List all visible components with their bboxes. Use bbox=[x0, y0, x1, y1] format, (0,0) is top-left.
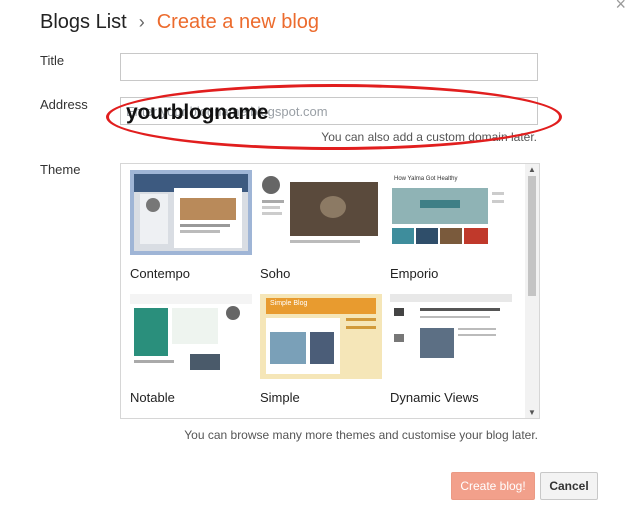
simple-thumbnail: Simple Blog bbox=[260, 294, 382, 379]
theme-tile-emporio[interactable]: How Yalma Got Healthy Emporio bbox=[390, 170, 512, 281]
scroll-thumb[interactable] bbox=[528, 176, 536, 296]
themes-hint: You can browse many more themes and cust… bbox=[184, 428, 538, 442]
contempo-thumbnail bbox=[130, 170, 252, 255]
soho-thumbnail bbox=[260, 170, 382, 255]
create-blog-button[interactable]: Create blog! bbox=[451, 472, 535, 500]
breadcrumb-separator: › bbox=[138, 12, 145, 32]
page-title: Create a new blog bbox=[156, 11, 320, 33]
theme-tile-soho[interactable]: Soho bbox=[260, 170, 382, 281]
simple-thumb-title: Simple Blog bbox=[270, 300, 308, 307]
emporio-thumbnail: How Yalma Got Healthy bbox=[390, 170, 512, 255]
annotation-oval bbox=[106, 84, 562, 150]
theme-label: Theme bbox=[40, 162, 81, 177]
theme-tile-dynamic-views[interactable]: Dynamic Views bbox=[390, 294, 512, 405]
dynamic-views-thumbnail bbox=[390, 294, 512, 379]
theme-name: Simple bbox=[260, 390, 300, 405]
theme-tile-contempo[interactable]: Contempo bbox=[130, 170, 252, 281]
theme-name: Emporio bbox=[390, 266, 439, 281]
title-input[interactable] bbox=[120, 53, 538, 81]
theme-name: Contempo bbox=[130, 266, 190, 281]
theme-name: Notable bbox=[130, 390, 175, 405]
theme-grid: Contempo Soho How Yalma Got Healthy Empo… bbox=[120, 163, 540, 419]
theme-grid-scrollbar[interactable]: ▲ ▼ bbox=[525, 164, 539, 418]
scroll-down-icon[interactable]: ▼ bbox=[528, 408, 536, 417]
theme-tile-simple[interactable]: Simple Blog Simple bbox=[260, 294, 382, 405]
theme-tile-notable[interactable]: Notable bbox=[130, 294, 252, 405]
scroll-up-icon[interactable]: ▲ bbox=[528, 165, 536, 174]
close-icon[interactable]: × bbox=[615, 0, 626, 15]
notable-thumbnail bbox=[130, 294, 252, 379]
emporio-thumb-title: How Yalma Got Healthy bbox=[394, 176, 458, 182]
breadcrumb: Blogs List › Create a new blog bbox=[40, 10, 319, 34]
theme-name: Soho bbox=[260, 266, 291, 281]
address-label: Address bbox=[40, 97, 88, 112]
title-label: Title bbox=[40, 53, 65, 68]
breadcrumb-blogs-list[interactable]: Blogs List bbox=[40, 11, 127, 33]
cancel-button[interactable]: Cancel bbox=[540, 472, 598, 500]
theme-name: Dynamic Views bbox=[390, 390, 479, 405]
